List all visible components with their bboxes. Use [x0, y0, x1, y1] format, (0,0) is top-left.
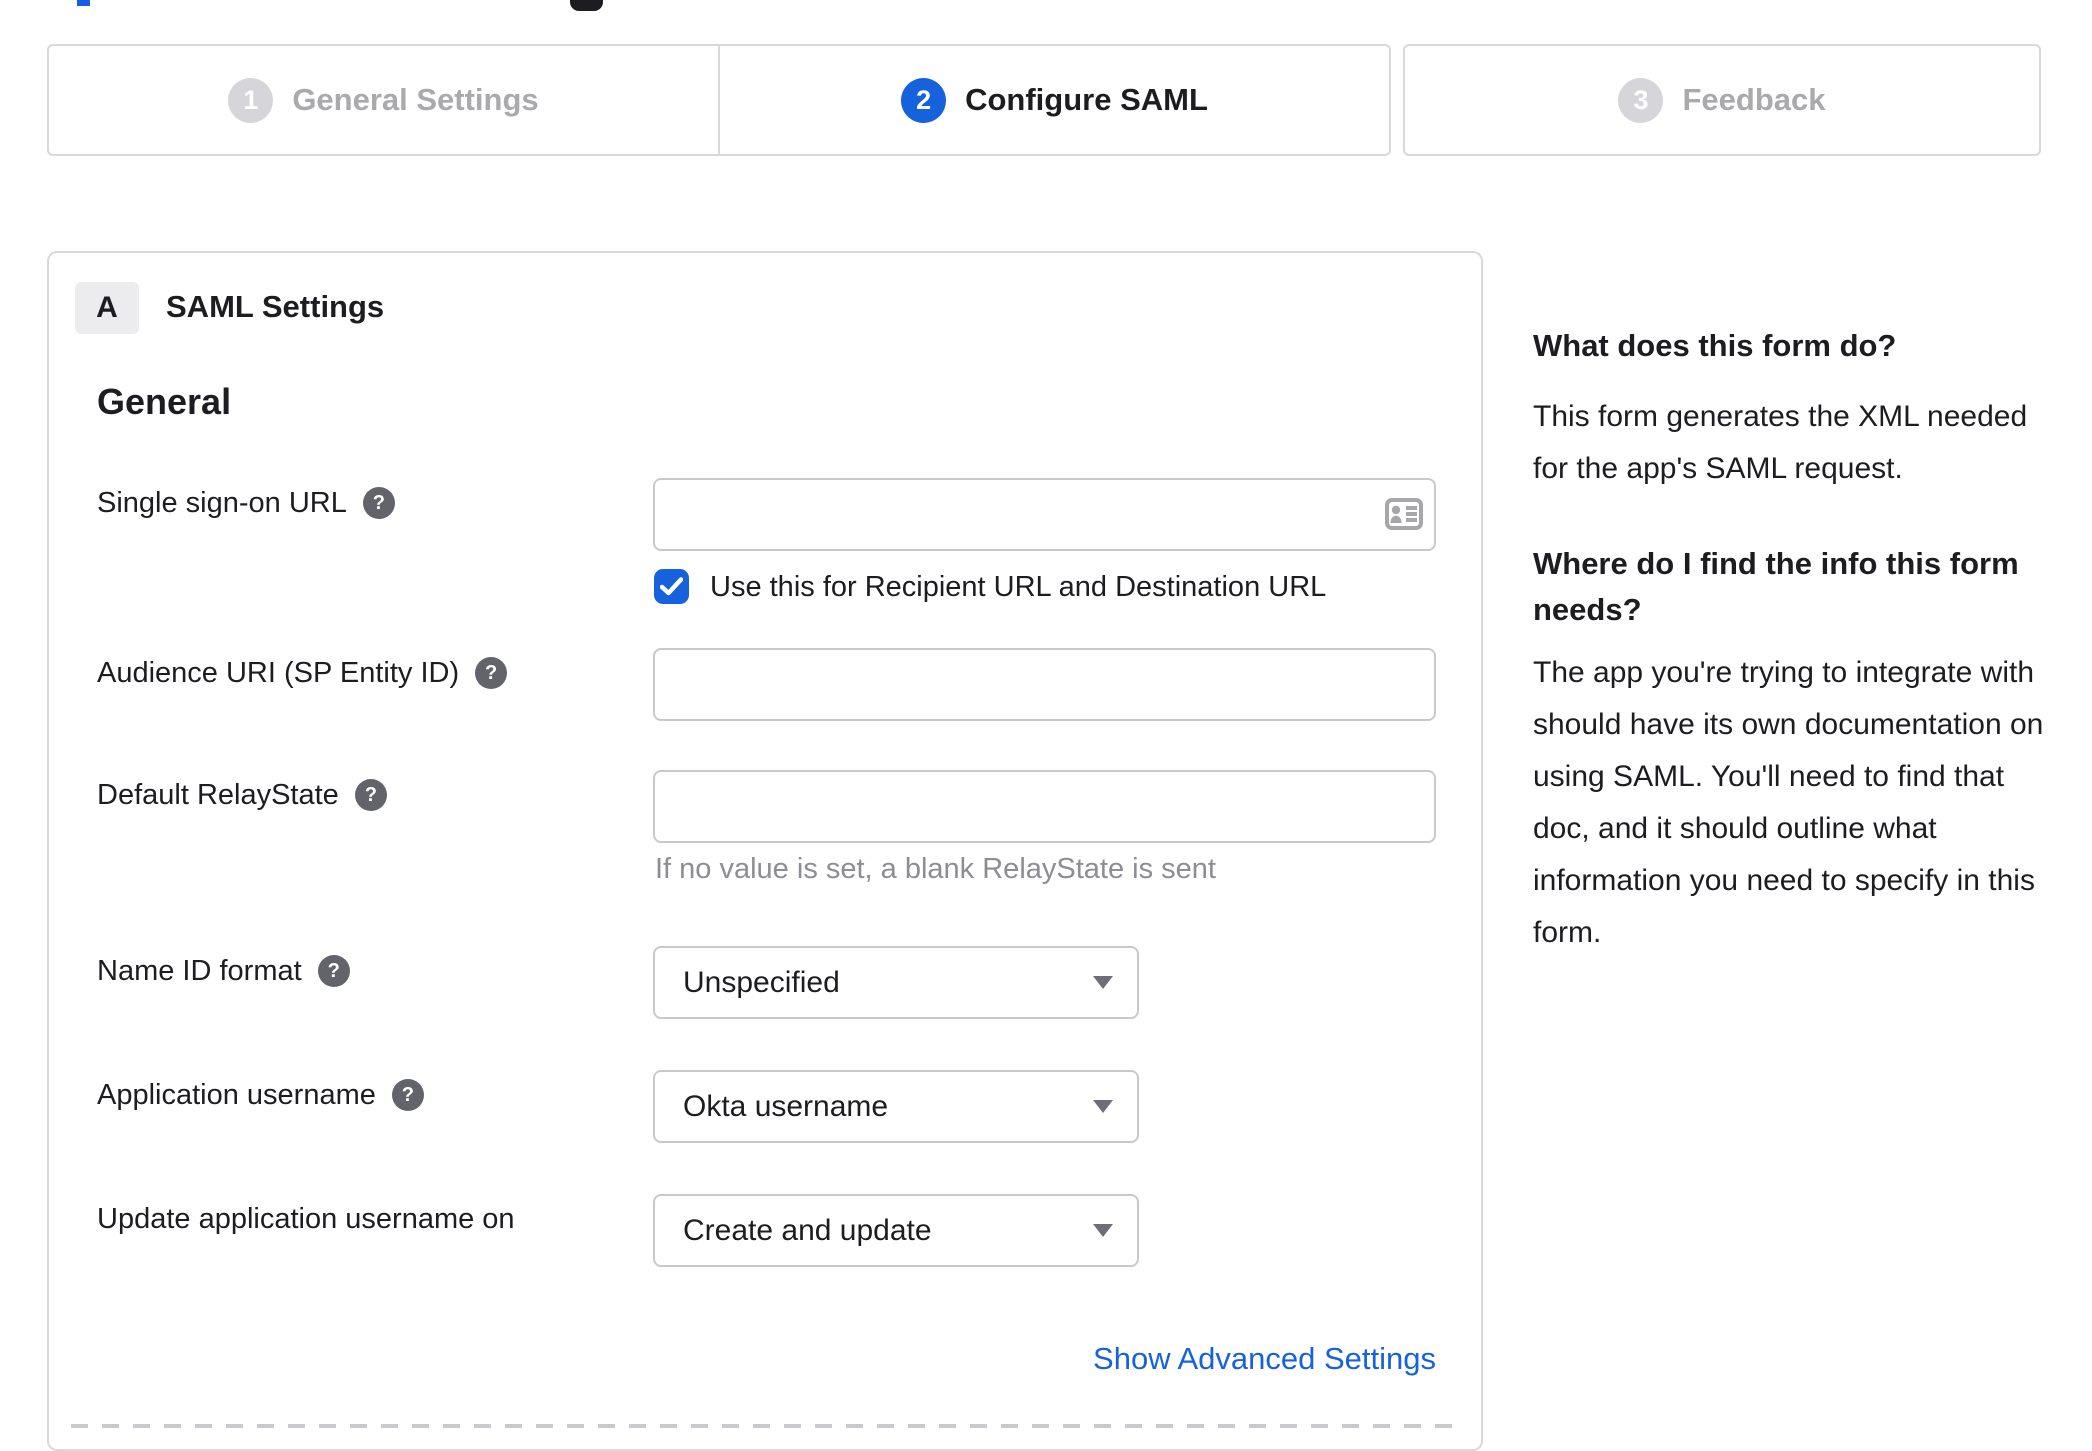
app-username-label-row: Application username ?: [97, 1075, 424, 1115]
audience-uri-label-row: Audience URI (SP Entity ID) ?: [97, 653, 508, 693]
sso-url-label-row: Single sign-on URL ?: [97, 483, 395, 523]
step-general-settings[interactable]: 1 General Settings: [49, 46, 718, 154]
step-3-number-badge: 3: [1618, 77, 1664, 123]
help-answer-2-line: should have its own documentation on: [1533, 708, 2044, 741]
help-sidebar: What does this form do? This form genera…: [1533, 323, 2073, 959]
cutoff-title-fragment: [77, 0, 90, 6]
wizard-step-bar: 1 General Settings 2 Configure SAML 3 Fe…: [47, 44, 2041, 156]
nameid-format-select[interactable]: Unspecified: [653, 946, 1139, 1019]
contact-card-icon[interactable]: [1385, 498, 1423, 530]
help-icon[interactable]: ?: [391, 1079, 424, 1111]
help-answer-1-line: for the app's SAML request.: [1533, 452, 1903, 485]
help-icon[interactable]: ?: [362, 487, 395, 519]
help-answer-2-line: form.: [1533, 916, 1602, 949]
nameid-format-label: Name ID format: [97, 954, 302, 987]
relaystate-hint: If no value is set, a blank RelayState i…: [655, 853, 1216, 885]
step-1-number-badge: 1: [228, 77, 274, 123]
panel-title: SAML Settings: [166, 289, 385, 324]
sso-url-input[interactable]: [653, 478, 1436, 551]
nameid-format-label-row: Name ID format ?: [97, 951, 350, 991]
recipient-url-checkbox[interactable]: [654, 569, 689, 604]
update-username-label-row: Update application username on: [97, 1199, 515, 1239]
step-group-3: 3 Feedback: [1403, 44, 2041, 156]
relaystate-label: Default RelayState: [97, 778, 339, 811]
general-section-heading: General: [97, 381, 232, 422]
help-icon[interactable]: ?: [475, 657, 508, 689]
step-configure-saml[interactable]: 2 Configure SAML: [718, 46, 1389, 154]
help-icon[interactable]: ?: [317, 955, 350, 987]
relaystate-input[interactable]: [653, 770, 1436, 843]
relaystate-label-row: Default RelayState ?: [97, 775, 387, 815]
chevron-down-icon: [1093, 1224, 1113, 1237]
update-username-label: Update application username on: [97, 1202, 515, 1235]
help-answer-2-line: doc, and it should outline what: [1533, 812, 1937, 845]
saml-settings-panel: A SAML Settings General Single sign-on U…: [47, 251, 1483, 1451]
help-icon[interactable]: ?: [354, 779, 387, 811]
step-2-number-badge: 2: [901, 77, 947, 123]
checkmark-icon: [660, 577, 683, 596]
step-2-label: Configure SAML: [965, 82, 1208, 117]
sso-url-label: Single sign-on URL: [97, 486, 347, 519]
app-username-label: Application username: [97, 1078, 376, 1111]
app-username-value: Okta username: [683, 1089, 889, 1123]
audience-uri-input[interactable]: [653, 648, 1436, 721]
help-answer-2-line: The app you're trying to integrate with: [1533, 656, 2035, 689]
show-advanced-settings-link[interactable]: Show Advanced Settings: [653, 1341, 1436, 1377]
help-question-2-line: Where do I find the info this form: [1533, 546, 2019, 581]
cutoff-logo-fragment: [570, 0, 603, 11]
chevron-down-icon: [1093, 1100, 1113, 1113]
help-answer-2-line: using SAML. You'll need to find that: [1533, 760, 2005, 793]
app-username-select[interactable]: Okta username: [653, 1070, 1139, 1143]
nameid-format-value: Unspecified: [683, 965, 840, 999]
help-answer-2-line: information you need to specify in this: [1533, 864, 2035, 897]
step-3-label: Feedback: [1682, 82, 1826, 117]
help-question-2-line: needs?: [1533, 592, 1642, 627]
step-feedback[interactable]: 3 Feedback: [1405, 46, 2039, 154]
help-question-1: What does this form do?: [1533, 328, 1897, 363]
update-username-select[interactable]: Create and update: [653, 1194, 1139, 1267]
chevron-down-icon: [1093, 976, 1113, 989]
step-1-label: General Settings: [292, 82, 539, 117]
audience-uri-label: Audience URI (SP Entity ID): [97, 656, 460, 689]
recipient-url-checkbox-label: Use this for Recipient URL and Destinati…: [710, 570, 1327, 603]
step-group-1-2: 1 General Settings 2 Configure SAML: [47, 44, 1391, 156]
section-a-badge: A: [75, 282, 139, 334]
dashed-section-divider: [71, 1424, 1459, 1428]
update-username-value: Create and update: [683, 1213, 932, 1247]
help-answer-1-line: This form generates the XML needed: [1533, 400, 2028, 433]
